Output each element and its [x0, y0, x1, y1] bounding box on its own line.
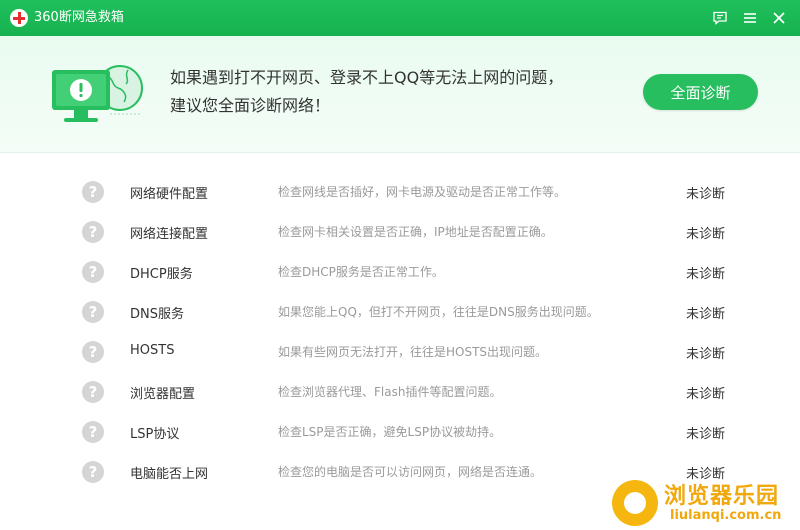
title-bar[interactable]: 360断网急救箱 [0, 0, 800, 36]
list-item: ? DHCP服务 检查DHCP服务是否正常工作。 未诊断 [0, 252, 800, 292]
item-name: 电脑能否上网 [130, 467, 209, 482]
unknown-status-icon: ? [82, 381, 104, 403]
list-item: ? 网络连接配置 检查网卡相关设置是否正确，IP地址是否配置正确。 未诊断 [0, 212, 800, 252]
watermark-name: 浏览器乐园 [664, 484, 780, 509]
watermark-logo-icon [612, 480, 658, 526]
banner-line-1: 如果遇到打不开网页、登录不上QQ等无法上网的问题， [170, 68, 564, 87]
unknown-status-icon: ? [82, 461, 104, 483]
item-description: 如果您能上QQ，但打不开网页，往往是DNS服务出现问题。 [278, 305, 599, 319]
feedback-icon [713, 11, 727, 25]
item-status: 未诊断 [686, 307, 726, 322]
item-status: 未诊断 [686, 187, 726, 202]
item-name: 网络硬件配置 [130, 187, 209, 202]
item-name: DNS服务 [130, 307, 184, 322]
item-status: 未诊断 [686, 267, 726, 282]
banner-line-2: 建议您全面诊断网络！ [170, 96, 331, 115]
monitor-globe-icon [52, 65, 143, 122]
item-name: HOSTS [130, 343, 175, 358]
item-description: 检查LSP是否正确，避免LSP协议被劫持。 [278, 425, 502, 439]
close-button[interactable] [767, 6, 791, 30]
list-item: ? 浏览器配置 检查浏览器代理、Flash插件等配置问题。 未诊断 [0, 372, 800, 412]
feedback-button[interactable] [708, 6, 732, 30]
item-description: 检查您的电脑是否可以访问网页，网络是否连通。 [278, 465, 543, 479]
list-item: ? DNS服务 如果您能上QQ，但打不开网页，往往是DNS服务出现问题。 未诊断 [0, 292, 800, 332]
banner-message: 如果遇到打不开网页、登录不上QQ等无法上网的问题， 建议您全面诊断网络！ [170, 64, 563, 120]
item-description: 如果有些网页无法打开，往往是HOSTS出现问题。 [278, 345, 548, 359]
item-description: 检查网线是否插好，网卡电源及驱动是否正常工作等。 [278, 185, 567, 199]
unknown-status-icon: ? [82, 261, 104, 283]
item-name: 浏览器配置 [130, 387, 196, 402]
watermark-url: liulanqi.com.cn [670, 508, 782, 523]
unknown-status-icon: ? [82, 421, 104, 443]
item-name: LSP协议 [130, 427, 180, 442]
list-item: ? 网络硬件配置 检查网线是否插好，网卡电源及驱动是否正常工作等。 未诊断 [0, 172, 800, 212]
unknown-status-icon: ? [82, 181, 104, 203]
item-description: 检查网卡相关设置是否正确，IP地址是否配置正确。 [278, 225, 553, 239]
window-title: 360断网急救箱 [34, 10, 124, 25]
app-window: 360断网急救箱 如果遇到打不开网页、登录不上QQ等无法上网的问题， 建议您全面… [0, 0, 800, 530]
item-description: 检查浏览器代理、Flash插件等配置问题。 [278, 385, 502, 399]
close-icon [773, 12, 785, 24]
first-aid-icon [10, 9, 28, 27]
item-name: DHCP服务 [130, 267, 193, 282]
item-status: 未诊断 [686, 387, 726, 402]
item-status: 未诊断 [686, 427, 726, 442]
item-status: 未诊断 [686, 227, 726, 242]
full-diagnose-button[interactable]: 全面诊断 [643, 74, 758, 110]
item-status: 未诊断 [686, 347, 726, 362]
site-watermark: 浏览器乐园 liulanqi.com.cn [612, 476, 798, 528]
item-name: 网络连接配置 [130, 227, 209, 242]
unknown-status-icon: ? [82, 301, 104, 323]
unknown-status-icon: ? [82, 221, 104, 243]
list-item: ? HOSTS 如果有些网页无法打开，往往是HOSTS出现问题。 未诊断 [0, 332, 800, 372]
menu-icon [744, 13, 756, 23]
list-item: ? LSP协议 检查LSP是否正确，避免LSP协议被劫持。 未诊断 [0, 412, 800, 452]
diagnose-banner: 如果遇到打不开网页、登录不上QQ等无法上网的问题， 建议您全面诊断网络！ 全面诊… [0, 36, 800, 153]
unknown-status-icon: ? [82, 341, 104, 363]
item-description: 检查DHCP服务是否正常工作。 [278, 265, 444, 279]
menu-button[interactable] [738, 6, 762, 30]
